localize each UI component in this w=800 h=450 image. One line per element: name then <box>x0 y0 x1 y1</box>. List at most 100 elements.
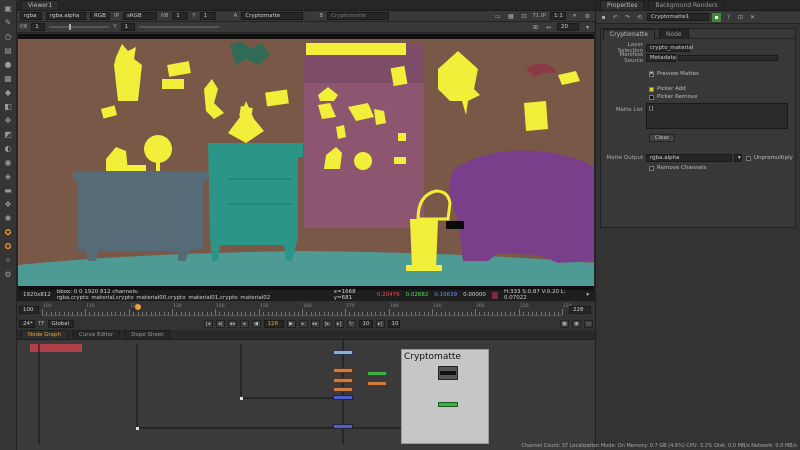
remove-channels-checkbox[interactable] <box>649 165 654 171</box>
image-icon[interactable]: ▣ <box>3 3 14 14</box>
green-node[interactable] <box>438 402 458 407</box>
orange-node-1[interactable] <box>333 368 353 373</box>
orange-node-2[interactable] <box>333 378 353 383</box>
tab-properties[interactable]: Properties <box>600 0 645 10</box>
next-frame-icon[interactable]: ▸ <box>298 320 308 328</box>
gamma-field[interactable]: 1 <box>199 12 216 20</box>
playhead[interactable] <box>135 304 141 310</box>
proxy-icon[interactable]: ▦ <box>506 12 515 21</box>
settings-icon[interactable]: ⚙ <box>3 269 14 280</box>
prev-keyframe-icon[interactable]: ◂| <box>215 320 225 328</box>
input-a-select[interactable]: Cryptomatte <box>241 12 304 20</box>
node-name-field[interactable]: Cryptomatte1 <box>647 13 709 21</box>
furnace-icon[interactable]: ❖ <box>3 199 14 210</box>
redo-icon[interactable]: ↷ <box>623 13 632 22</box>
step-field[interactable]: 10 <box>358 320 373 328</box>
chevron-down-icon[interactable]: ▾ <box>586 292 589 298</box>
roi-icon[interactable]: ▭ <box>493 12 502 21</box>
clear-button[interactable]: Clear <box>649 134 675 142</box>
picker-add-checkbox[interactable] <box>649 86 654 92</box>
merge-icon[interactable]: ◧ <box>3 101 14 112</box>
gamma-slider[interactable] <box>138 26 219 28</box>
node-graph-canvas[interactable]: Cryptomatte <box>17 340 595 450</box>
input-b-select[interactable]: Cryptomatte <box>327 12 390 20</box>
next-keyframe-icon[interactable]: |▸ <box>322 320 332 328</box>
draw-icon[interactable]: ✎ <box>3 17 14 28</box>
first-frame-icon[interactable]: |◂ <box>203 320 213 328</box>
filter-icon[interactable]: ▦ <box>3 73 14 84</box>
read-node[interactable] <box>333 350 353 355</box>
pause-icon[interactable]: ⏸ <box>570 12 579 21</box>
forward-step-icon[interactable]: ▸▸ <box>310 320 320 328</box>
matte-output-menu[interactable]: ▾ <box>734 154 742 162</box>
exposure-field[interactable]: 1 <box>31 23 46 31</box>
cryptomatte-backdrop[interactable]: Cryptomatte <box>401 349 489 444</box>
manifest-source-select[interactable]: Metadata <box>646 54 676 62</box>
undo-icon[interactable]: ↶ <box>611 13 620 22</box>
metadata-icon[interactable]: ◉ <box>3 157 14 168</box>
blue-node-2[interactable] <box>333 424 353 429</box>
channel-icon[interactable]: ▤ <box>3 45 14 56</box>
display-lut-select[interactable]: sRGB <box>122 12 157 20</box>
layer-select[interactable]: rgba <box>20 12 42 20</box>
timeline-ruler[interactable]: 100110120130140150160170180190200210220 <box>42 304 572 316</box>
matte-output-select[interactable]: rgba.alpha <box>646 154 732 162</box>
toolsets-icon[interactable]: ◈ <box>3 171 14 182</box>
last-frame-icon[interactable]: ▸| <box>334 320 344 328</box>
restore-icon[interactable]: ⟲ <box>635 13 644 22</box>
float-icon[interactable]: ⊡ <box>736 13 745 22</box>
picker-remove-checkbox[interactable] <box>649 94 654 100</box>
time-icon[interactable]: ◷ <box>3 31 14 42</box>
channel-select[interactable]: rgba.alpha <box>46 12 86 20</box>
green-node-2[interactable] <box>367 371 387 376</box>
gain-field[interactable]: 1 <box>172 12 189 20</box>
cryptomatte-node[interactable] <box>438 366 458 380</box>
chevron-down-icon[interactable]: ▾ <box>583 23 592 32</box>
tab-viewer1[interactable]: Viewer1 <box>21 0 60 10</box>
3d-icon[interactable]: ◩ <box>3 129 14 140</box>
step2-field[interactable]: 10 <box>387 320 400 328</box>
close-icon[interactable]: ✕ <box>748 13 757 22</box>
keyer-icon[interactable]: ◆ <box>3 87 14 98</box>
gizmo-icon[interactable]: ✪ <box>3 241 14 252</box>
wipe-icon[interactable]: ⊡ <box>519 12 528 21</box>
viewer-canvas[interactable] <box>18 34 594 290</box>
manifest-file-field[interactable] <box>678 55 778 61</box>
viewer-settings-icon[interactable]: ⚙ <box>583 12 592 21</box>
lock-icon[interactable]: ▪ <box>599 13 608 22</box>
orange-node-4[interactable] <box>367 381 387 386</box>
matte-list-field[interactable]: [] <box>646 103 788 129</box>
tab-dope-sheet[interactable]: Dope Sheet <box>124 330 171 339</box>
prev-frame-icon[interactable]: ◂ <box>239 320 249 328</box>
colorspace-select[interactable]: RGB <box>90 12 110 20</box>
tab-node-graph[interactable]: Node Graph <box>21 330 68 339</box>
render-icon[interactable]: ◉ <box>572 320 581 328</box>
tab-background-renders[interactable]: Background Renders <box>648 0 725 10</box>
layer-selection-select[interactable]: crypto_material <box>646 44 693 52</box>
frame-arrow-icon[interactable]: ↔ <box>544 23 553 32</box>
tab-node[interactable]: Node <box>658 28 689 39</box>
start-frame-field[interactable]: 100 <box>19 306 39 314</box>
fps-field[interactable]: 24* <box>19 320 35 328</box>
tab-curve-editor[interactable]: Curve Editor <box>71 330 121 339</box>
cryptomatte-toolbar-icon[interactable]: ✪ <box>3 227 14 238</box>
loop-icon[interactable]: ↻ <box>346 320 356 328</box>
skip-icon[interactable]: ▸| <box>375 320 385 328</box>
gamma2-field[interactable]: 1 <box>120 23 135 31</box>
ofx-icon[interactable]: ✱ <box>3 213 14 224</box>
transform-icon[interactable]: ✥ <box>3 115 14 126</box>
node-color-icon[interactable]: ▪ <box>712 12 721 22</box>
plugin-icon[interactable]: ✧ <box>3 255 14 266</box>
preview-mattes-checkbox[interactable] <box>649 70 654 77</box>
unpremultiply-checkbox[interactable] <box>746 155 751 161</box>
lock-icon[interactable]: ⊞ <box>531 23 540 32</box>
play-forward-icon[interactable]: ▶ <box>286 320 296 328</box>
exposure-slider[interactable] <box>49 24 110 30</box>
views-icon[interactable]: ◐ <box>3 143 14 154</box>
end-frame-field[interactable]: 228 <box>569 306 591 314</box>
color-icon[interactable]: ● <box>3 59 14 70</box>
monitor-icon[interactable]: ▭ <box>584 320 593 328</box>
flipbook-icon[interactable]: ▣ <box>560 320 569 328</box>
zoom-select[interactable]: 1:1 <box>550 12 566 20</box>
orange-node-3[interactable] <box>333 387 353 392</box>
